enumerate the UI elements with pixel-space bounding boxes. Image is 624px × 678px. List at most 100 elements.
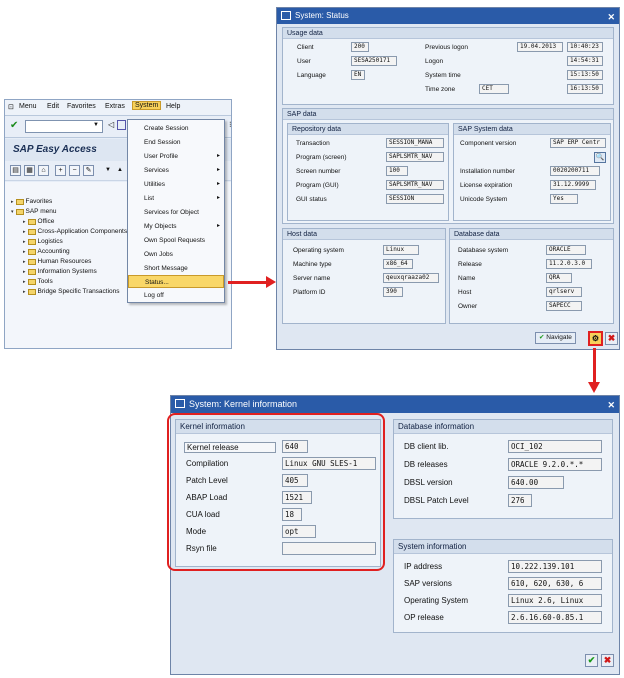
installation-number-label: Installation number <box>460 168 515 175</box>
menu-my-objects[interactable]: My Objects ▸ <box>128 220 224 233</box>
other-menu-icon[interactable]: ▦ <box>24 165 35 176</box>
sap-logo-icon: ⊡ <box>8 104 14 111</box>
folder-icon <box>27 228 36 235</box>
tree-item-accounting[interactable]: ▸ Accounting <box>23 248 70 255</box>
menu-user-profile[interactable]: User Profile ▸ <box>128 150 224 163</box>
component-version-label: Component version <box>460 140 517 147</box>
language-label: Language <box>297 72 326 79</box>
sap-system-data-header: SAP System data <box>454 124 610 135</box>
menu-help[interactable]: Help <box>166 103 180 110</box>
tree-item-favorites[interactable]: ▸ Favorites <box>11 198 52 205</box>
kernel-info-button[interactable]: ⚙ <box>588 331 603 346</box>
logon-time: 14:54:31 <box>567 56 603 66</box>
close-icon[interactable]: ✕ <box>607 397 615 414</box>
menu-status[interactable]: Status... <box>128 275 224 288</box>
menu-end-session[interactable]: End Session <box>128 136 224 149</box>
dbsl-patch-level-field: 276 <box>508 494 532 507</box>
kernel-title: System: Kernel information <box>189 399 298 409</box>
menu-log-off[interactable]: Log off <box>128 289 224 302</box>
tree-item-bridge[interactable]: ▸ Bridge Specific Transactions <box>23 288 120 295</box>
database-system-field: ORACLE <box>546 245 586 255</box>
submenu-arrow-icon: ▸ <box>216 167 220 173</box>
owner-field: SAPECC <box>546 301 582 311</box>
server-name-field: qeuxqraaza02 <box>383 273 439 283</box>
menu-icon[interactable]: ▤ <box>10 165 21 176</box>
host-data-header: Host data <box>283 229 445 240</box>
collapse-icon[interactable]: ▲ <box>117 167 123 173</box>
submenu-arrow-icon: ▸ <box>216 223 220 229</box>
program-gui-label: Program (GUI) <box>296 182 339 189</box>
folder-icon <box>27 268 36 275</box>
menu-system[interactable]: System <box>132 101 162 110</box>
tree-item-office[interactable]: ▸ Office <box>23 218 54 225</box>
edit-icon[interactable]: ✎ <box>83 165 94 176</box>
operating-system-label: Operating System <box>404 596 469 605</box>
menu-utilities[interactable]: Utilities ▸ <box>128 178 224 191</box>
machine-type-label: Machine type <box>293 261 332 268</box>
db-client-lib-field: OCI_102 <box>508 440 602 453</box>
op-release-label: OP release <box>404 613 444 622</box>
menu-extras[interactable]: Extras <box>105 103 125 110</box>
menu-favorites[interactable]: Favorites <box>67 103 96 110</box>
more-icon[interactable]: ⁝ <box>229 120 232 129</box>
tree-item-info-systems[interactable]: ▸ Information Systems <box>23 268 97 275</box>
menu-own-jobs[interactable]: Own Jobs <box>128 248 224 261</box>
menu-own-spool[interactable]: Own Spool Requests <box>128 234 224 247</box>
host-data-group: Host data Operating system Linux Machine… <box>282 228 446 324</box>
language-field: EN <box>351 70 365 80</box>
sap-data-group: SAP data Repository data Transaction SES… <box>282 108 614 224</box>
operating-system-field: Linux <box>383 245 419 255</box>
folder-icon <box>27 278 36 285</box>
transaction-label: Transaction <box>296 140 330 147</box>
usage-data-group: Usage data Client 200 User SESA250171 La… <box>282 27 614 105</box>
red-arrow-down-head <box>588 382 600 393</box>
operating-system-field: Linux 2.6, Linux <box>508 594 602 607</box>
navigate-button[interactable]: ✔ Navigate <box>535 332 576 344</box>
client-label: Client <box>297 44 314 51</box>
release-field: 11.2.0.3.0 <box>546 259 592 269</box>
enter-check-icon[interactable]: ✔ <box>10 120 18 131</box>
menu-short-message[interactable]: Short Message <box>128 262 224 275</box>
folder-icon[interactable]: ⌂ <box>38 165 49 176</box>
database-system-label: Database system <box>458 247 509 254</box>
dbsl-patch-level-label: DBSL Patch Level <box>404 496 469 505</box>
command-field[interactable] <box>25 120 103 133</box>
menu-list[interactable]: List ▸ <box>128 192 224 205</box>
menu-create-session[interactable]: Create Session <box>128 122 224 135</box>
menu-menu[interactable]: Menu <box>19 103 37 110</box>
tree-item-tools[interactable]: ▸ Tools <box>23 278 53 285</box>
cancel-icon[interactable]: ✖ <box>605 332 618 345</box>
tree-item-sap-menu[interactable]: ▾ SAP menu <box>11 208 56 215</box>
db-releases-label: DB releases <box>404 460 448 469</box>
folder-icon <box>27 288 36 295</box>
save-icon[interactable] <box>117 120 126 130</box>
sap-system-data-group: SAP System data Component version SAP ER… <box>453 123 611 221</box>
magnifier-icon[interactable]: 🔍 <box>594 152 606 163</box>
tree-item-hr[interactable]: ▸ Human Resources <box>23 258 91 265</box>
folder-icon <box>15 198 24 205</box>
close-icon[interactable]: ✕ <box>607 9 615 25</box>
screen-number-label: Screen number <box>296 168 341 175</box>
repository-data-header: Repository data <box>288 124 448 135</box>
menu-services-for-object[interactable]: Services for Object <box>128 206 224 219</box>
status-title: System: Status <box>295 11 349 20</box>
menu-services[interactable]: Services ▸ <box>128 164 224 177</box>
user-field: SESA250171 <box>351 56 397 66</box>
add-favorite-icon[interactable]: + <box>55 165 66 176</box>
program-gui-field: SAPLSMTR_NAV <box>386 180 444 190</box>
name-label: Name <box>458 275 476 282</box>
chevron-down-icon[interactable]: ▼ <box>93 122 99 128</box>
folder-icon <box>27 258 36 265</box>
back-icon[interactable]: ◁ <box>108 120 114 129</box>
delete-favorite-icon[interactable]: − <box>69 165 80 176</box>
database-data-header: Database data <box>450 229 613 240</box>
dropdown-arrow-icon[interactable]: ▼ <box>105 167 111 173</box>
confirm-icon[interactable]: ✔ <box>585 654 598 667</box>
cancel-icon[interactable]: ✖ <box>601 654 614 667</box>
program-screen-field: SAPLSMTR_NAV <box>386 152 444 162</box>
tree-item-logistics[interactable]: ▸ Logistics <box>23 238 63 245</box>
menu-edit[interactable]: Edit <box>47 103 59 110</box>
dbsl-version-field: 640.00 <box>508 476 564 489</box>
tree-item-cross-app[interactable]: ▸ Cross-Application Components <box>23 228 127 235</box>
platform-id-label: Platform ID <box>293 289 326 296</box>
